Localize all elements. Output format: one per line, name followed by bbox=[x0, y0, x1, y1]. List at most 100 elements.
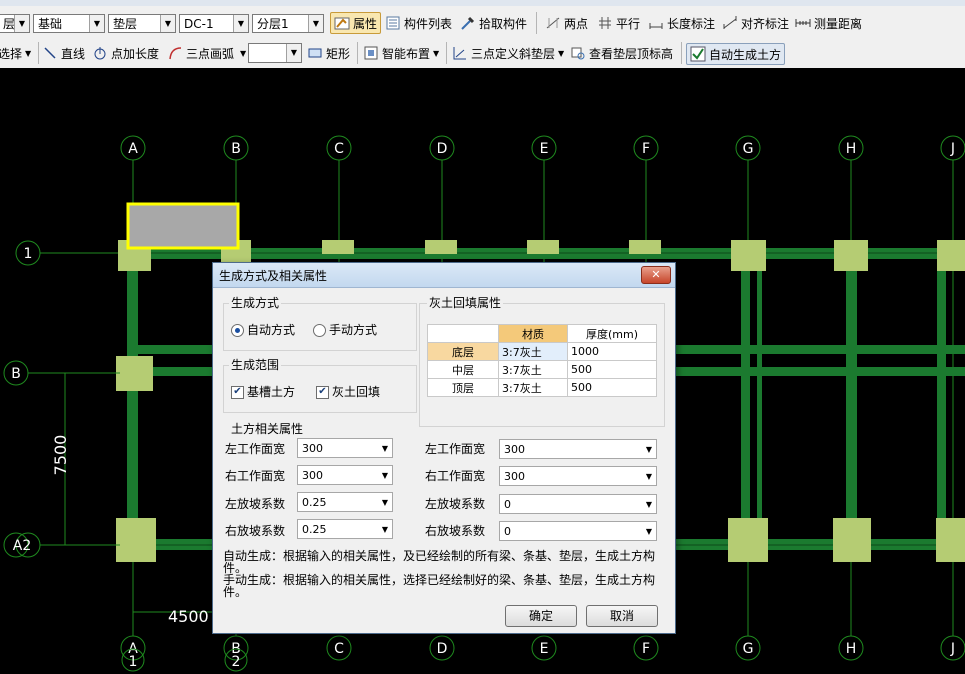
three-point-slope-button[interactable]: 三点定义斜垫层 ▼ bbox=[452, 43, 564, 63]
backfill-left-work-width-select[interactable]: 300 ▼ bbox=[499, 439, 657, 459]
range-backfill-checkbox[interactable]: ✔ 灰土回填 bbox=[316, 383, 380, 400]
ruler-icon bbox=[795, 15, 811, 31]
parallel-button[interactable]: 平行 bbox=[597, 13, 640, 33]
backfill-right-slope-select[interactable]: 0 ▼ bbox=[499, 521, 657, 541]
select-value: 0.25 bbox=[302, 495, 327, 509]
left-slope-select[interactable]: 0.25 ▼ bbox=[297, 492, 393, 512]
length-dim-button[interactable]: 长度标注 bbox=[648, 13, 715, 33]
table-row[interactable]: 顶层 3:7灰土 500 bbox=[427, 378, 657, 397]
two-point-label: 两点 bbox=[564, 16, 589, 31]
chevron-down-icon[interactable]: ▼ bbox=[382, 525, 388, 534]
arc-option-select[interactable]: ▼ bbox=[248, 43, 302, 63]
rect-button[interactable]: 矩形 bbox=[307, 43, 350, 63]
properties-label: 属性 bbox=[353, 16, 378, 31]
left-slope-label: 左放坡系数 bbox=[225, 497, 286, 511]
svg-text:2: 2 bbox=[232, 654, 241, 670]
slope-icon bbox=[452, 45, 468, 61]
pad bbox=[833, 518, 871, 562]
chevron-down-icon[interactable]: ▼ bbox=[240, 49, 246, 58]
table-header-cell: 厚度(mm) bbox=[567, 324, 657, 343]
svg-text:A: A bbox=[128, 141, 138, 157]
select-dropdown[interactable]: 选择 ▼ bbox=[0, 43, 31, 63]
table-cell[interactable]: 3:7灰土 bbox=[498, 342, 568, 361]
backfill-left-slope-select[interactable]: 0 ▼ bbox=[499, 494, 657, 514]
point-length-button[interactable]: 点加长度 bbox=[92, 43, 159, 63]
chevron-down-icon[interactable]: ▼ bbox=[233, 15, 248, 32]
select-value: 0.25 bbox=[302, 522, 327, 536]
view-top-elevation-button[interactable]: 查看垫层顶标高 bbox=[570, 43, 673, 63]
auto-earthwork-button[interactable]: 自动生成土方 bbox=[686, 43, 786, 65]
svg-text:H: H bbox=[846, 641, 857, 657]
sublayer-select[interactable]: 分层1 ▼ bbox=[252, 14, 324, 33]
right-work-width-select[interactable]: 300 ▼ bbox=[297, 465, 393, 485]
floor-combo[interactable]: 层 ▼ bbox=[0, 14, 30, 33]
chevron-down-icon[interactable]: ▼ bbox=[25, 49, 31, 58]
parallel-icon bbox=[597, 15, 613, 31]
chevron-down-icon[interactable]: ▼ bbox=[646, 445, 652, 454]
table-header-cell: 材质 bbox=[498, 324, 568, 343]
right-slope-select[interactable]: 0.25 ▼ bbox=[297, 519, 393, 539]
type-select[interactable]: 垫层 ▼ bbox=[108, 14, 176, 33]
three-point-arc-button[interactable]: 三点画弧 ▼ bbox=[167, 43, 246, 63]
line-button[interactable]: 直线 bbox=[42, 43, 85, 63]
beam bbox=[757, 248, 762, 550]
svg-text:1: 1 bbox=[129, 654, 138, 670]
chevron-down-icon[interactable]: ▼ bbox=[433, 49, 439, 58]
toolbar-separator bbox=[357, 42, 358, 64]
chevron-down-icon[interactable]: ▼ bbox=[382, 444, 388, 453]
chevron-down-icon[interactable]: ▼ bbox=[646, 527, 652, 536]
mode-auto-radio[interactable]: 自动方式 bbox=[231, 321, 295, 338]
selected-cushion[interactable] bbox=[126, 202, 240, 250]
table-cell[interactable]: 500 bbox=[567, 360, 657, 379]
length-dim-label: 长度标注 bbox=[667, 16, 716, 31]
table-cell[interactable]: 1000 bbox=[567, 342, 657, 361]
backfill-right-work-width-select[interactable]: 300 ▼ bbox=[499, 466, 657, 486]
chevron-down-icon[interactable]: ▼ bbox=[646, 500, 652, 509]
measure-distance-button[interactable]: 测量距离 bbox=[795, 13, 862, 33]
floor-select[interactable]: 基础 ▼ bbox=[33, 14, 105, 33]
svg-text:B: B bbox=[231, 141, 241, 157]
table-row[interactable]: 底层 3:7灰土 1000 bbox=[427, 342, 657, 361]
two-point-button[interactable]: 两点 bbox=[545, 13, 588, 33]
component-list-button[interactable]: 构件列表 bbox=[385, 13, 452, 33]
svg-text:B: B bbox=[11, 366, 21, 382]
line-label: 直线 bbox=[61, 46, 86, 61]
table-row-header: 顶层 bbox=[427, 378, 499, 397]
aligned-dim-button[interactable]: 对齐标注 bbox=[722, 13, 789, 33]
close-button[interactable]: ✕ bbox=[641, 266, 671, 284]
chevron-down-icon[interactable]: ▼ bbox=[382, 498, 388, 507]
table-row[interactable]: 中层 3:7灰土 500 bbox=[427, 360, 657, 379]
eyedropper-icon bbox=[460, 15, 476, 31]
chevron-down-icon[interactable]: ▼ bbox=[646, 472, 652, 481]
svg-text:J: J bbox=[950, 641, 955, 657]
chevron-down-icon[interactable]: ▼ bbox=[89, 15, 104, 32]
toolbar-separator bbox=[446, 42, 447, 64]
pick-component-button[interactable]: 拾取构件 bbox=[460, 13, 527, 33]
chevron-down-icon[interactable]: ▼ bbox=[558, 49, 564, 58]
chevron-down-icon[interactable]: ▼ bbox=[382, 471, 388, 480]
dialog-titlebar[interactable]: 生成方式及相关属性 ✕ bbox=[213, 263, 675, 288]
pad bbox=[116, 356, 153, 391]
table-cell[interactable]: 3:7灰土 bbox=[498, 378, 568, 397]
table-cell[interactable]: 500 bbox=[567, 378, 657, 397]
chevron-down-icon[interactable]: ▼ bbox=[14, 15, 29, 32]
table-cell[interactable]: 3:7灰土 bbox=[498, 360, 568, 379]
range-trench-checkbox[interactable]: ✔ 基槽土方 bbox=[231, 383, 295, 400]
dimension-icon bbox=[648, 15, 664, 31]
smart-layout-button[interactable]: 智能布置 ▼ bbox=[363, 43, 439, 63]
chevron-down-icon[interactable]: ▼ bbox=[160, 15, 175, 32]
select-value: 300 bbox=[504, 442, 525, 456]
parallel-label: 平行 bbox=[616, 16, 641, 31]
pad bbox=[731, 240, 766, 271]
range-title: 生成范围 bbox=[229, 356, 282, 373]
chevron-down-icon[interactable]: ▼ bbox=[308, 15, 323, 32]
svg-text:G: G bbox=[743, 641, 754, 657]
ok-button[interactable]: 确定 bbox=[505, 605, 577, 627]
chevron-down-icon[interactable]: ▼ bbox=[286, 44, 301, 62]
range-backfill-label: 灰土回填 bbox=[332, 385, 381, 399]
cancel-button[interactable]: 取消 bbox=[586, 605, 658, 627]
properties-button[interactable]: 属性 bbox=[330, 12, 382, 34]
mode-manual-radio[interactable]: 手动方式 bbox=[313, 321, 377, 338]
component-select[interactable]: DC-1 ▼ bbox=[179, 14, 249, 33]
left-work-width-select[interactable]: 300 ▼ bbox=[297, 438, 393, 458]
